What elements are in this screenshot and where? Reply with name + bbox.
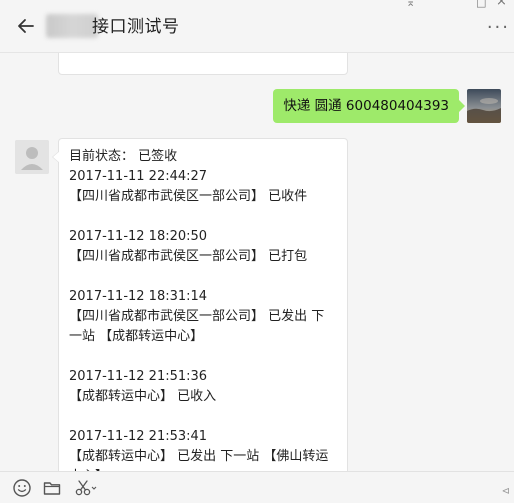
collapse-icon[interactable]: ⊲ bbox=[502, 486, 510, 497]
event-time: 2017-11-12 21:51:36 bbox=[69, 369, 208, 384]
chat-title: 接口测试号 bbox=[92, 17, 180, 37]
event-time: 2017-11-12 18:31:14 bbox=[69, 289, 208, 304]
chat-window: ⌅ □ × 接口测试号 ··· 快递 圆通 600480404393 目前状态：… bbox=[0, 0, 514, 503]
event-desc: 【四川省成都市武侯区一部公司】 已打包 bbox=[69, 249, 308, 264]
event-desc: 【四川省成都市武侯区一部公司】 已收件 bbox=[69, 189, 308, 204]
received-message-bubble[interactable]: 目前状态： 已签收 2017-11-11 22:44:27 【四川省成都市武侯区… bbox=[52, 138, 348, 471]
self-avatar[interactable] bbox=[467, 89, 501, 123]
event-time: 2017-11-11 22:44:27 bbox=[69, 169, 208, 184]
chat-header: ⌅ □ × 接口测试号 ··· bbox=[0, 0, 514, 53]
contact-avatar[interactable] bbox=[15, 140, 49, 174]
event-time: 2017-11-12 21:53:41 bbox=[69, 429, 208, 444]
maximize-icon[interactable]: □ bbox=[476, 0, 486, 9]
back-arrow-icon[interactable] bbox=[14, 14, 38, 38]
blurred-name bbox=[46, 14, 98, 38]
event-time: 2017-11-12 18:20:50 bbox=[69, 229, 208, 244]
previous-message-bubble bbox=[58, 53, 348, 75]
emoji-icon[interactable] bbox=[12, 478, 32, 498]
more-options-button[interactable]: ··· bbox=[487, 19, 510, 37]
sent-message-bubble[interactable]: 快递 圆通 600480404393 bbox=[273, 89, 465, 123]
close-icon[interactable]: × bbox=[496, 0, 507, 9]
status-line: 目前状态： 已签收 bbox=[69, 149, 178, 164]
event-desc: 【成都转运中心】 已收入 bbox=[69, 389, 217, 404]
event-desc: 【成都转运中心】 已发出 下一站 【佛山转运中心】 bbox=[69, 449, 329, 471]
scissors-icon[interactable] bbox=[74, 478, 97, 498]
folder-icon[interactable] bbox=[42, 478, 62, 498]
input-toolbar: ⊲ bbox=[0, 471, 514, 503]
event-desc: 【四川省成都市武侯区一部公司】 已发出 下一站 【成都转运中心】 bbox=[69, 309, 325, 344]
message-list[interactable]: 快递 圆通 600480404393 目前状态： 已签收 2017-11-11 … bbox=[0, 53, 514, 471]
pin-icon[interactable]: ⌅ bbox=[406, 0, 415, 9]
sent-message-text: 快递 圆通 600480404393 bbox=[283, 98, 449, 114]
